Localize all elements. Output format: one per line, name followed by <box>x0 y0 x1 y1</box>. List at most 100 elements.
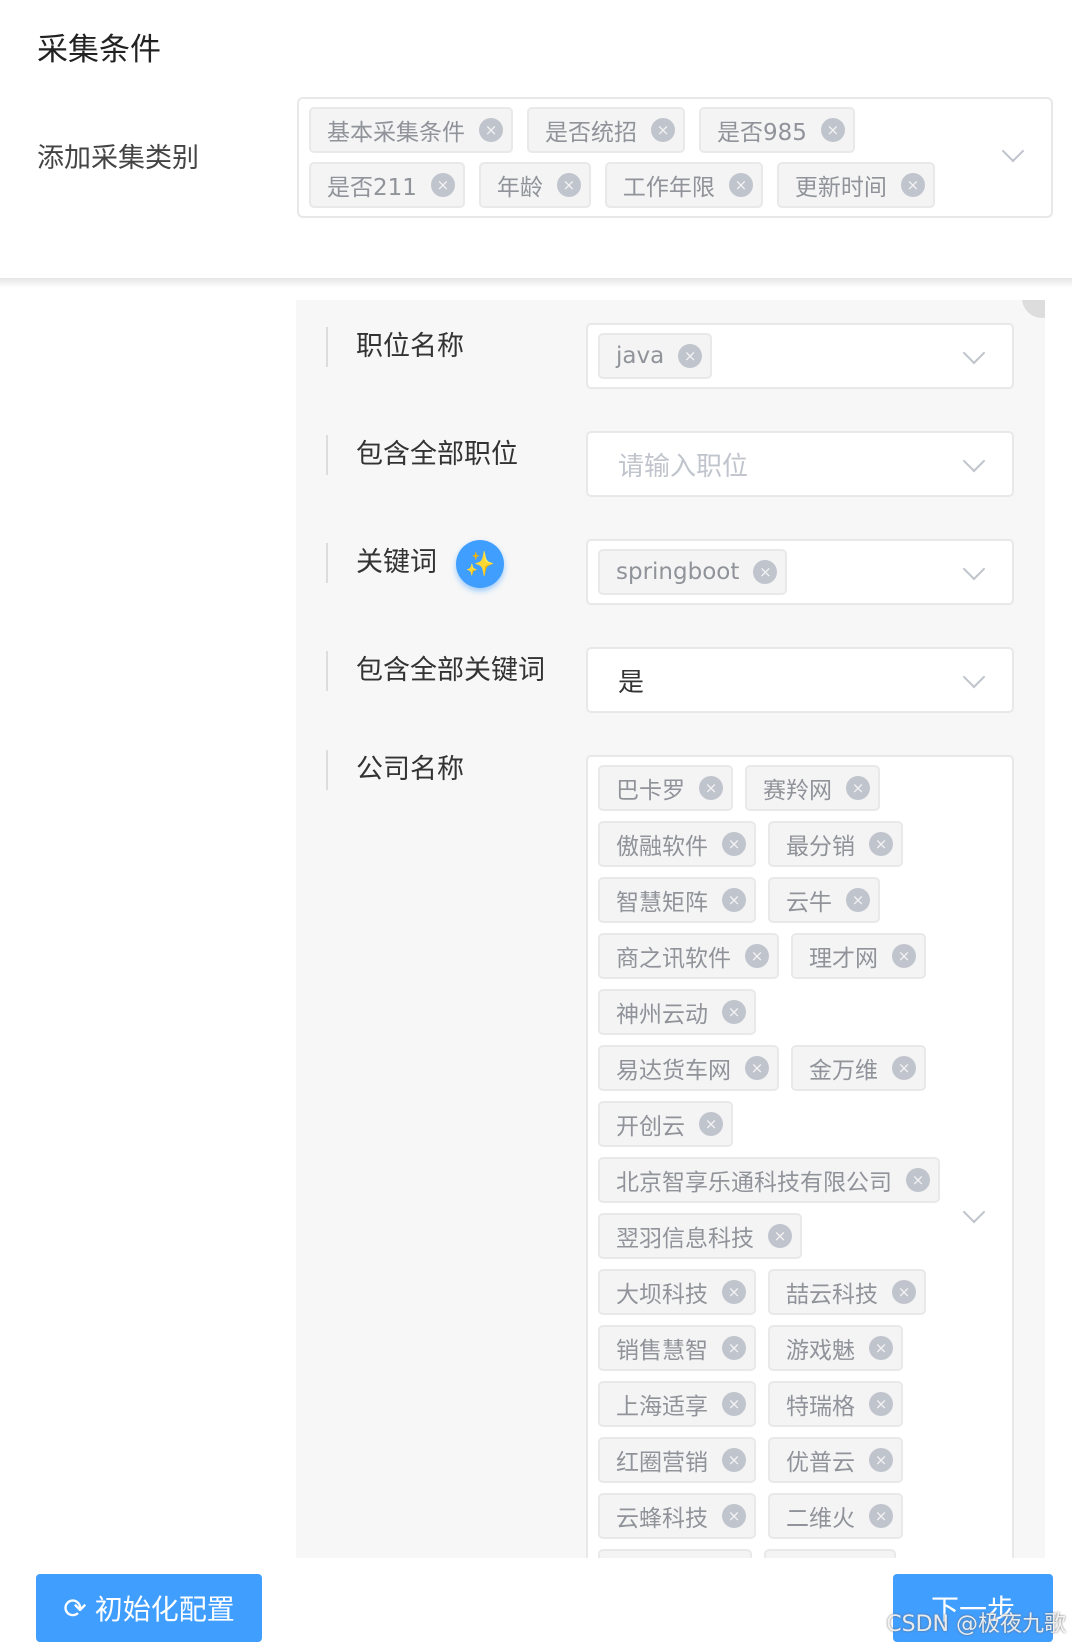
init-config-button[interactable]: ⟳ 初始化配置 <box>36 1574 262 1642</box>
magic-wand-icon[interactable]: ✨ <box>456 540 504 588</box>
close-icon[interactable]: × <box>846 888 870 912</box>
tag: 基本采集条件 × <box>309 107 513 153</box>
company-select[interactable]: 巴卡罗 × 赛羚网 × 傲融软件 × 最分销 × 智慧矩阵 × 云牛 × 商之讯软件 × 理才网 × 神州云动 ×… <box>586 755 1014 1558</box>
company-label: 公司名称 <box>326 750 464 790</box>
close-icon[interactable]: × <box>651 118 675 142</box>
tag: 北京智享乐通科技有限公司 × <box>598 1157 940 1203</box>
tag-label: 优普云 <box>786 1450 855 1476</box>
close-icon[interactable]: × <box>479 118 503 142</box>
tag: 二维火 × <box>768 1493 903 1539</box>
tag-label: 基本采集条件 <box>327 120 465 146</box>
close-icon[interactable]: × <box>745 944 769 968</box>
tag-label: 更新时间 <box>794 175 887 201</box>
chevron-down-icon[interactable] <box>962 341 986 365</box>
close-icon[interactable]: × <box>722 1000 746 1024</box>
position-name-select[interactable]: java × <box>586 323 1014 389</box>
tag-label: 易达货车网 <box>616 1058 731 1084</box>
tag-row: 神州云动 × <box>598 989 1002 1045</box>
chevron-down-icon[interactable] <box>962 665 986 689</box>
tag: 云牛 × <box>768 877 880 923</box>
tag: 赛羚网 × <box>745 765 880 811</box>
tag: 最分销 × <box>768 821 903 867</box>
close-icon[interactable]: × <box>900 173 925 197</box>
close-icon[interactable]: × <box>869 1336 893 1360</box>
close-icon[interactable]: × <box>745 1056 769 1080</box>
tag-label: 理才网 <box>809 946 878 972</box>
tag: 是否211 × <box>309 162 465 208</box>
tag-label: 游戏魅 <box>786 1338 855 1364</box>
tag-label: 商之讯软件 <box>616 946 731 972</box>
close-icon[interactable]: × <box>699 1112 723 1136</box>
tag: 大坝科技 × <box>598 1269 756 1315</box>
conditions-panel[interactable]: 职位名称 java × 包含全部职位 请输入职位 关键词 ✨ springboot… <box>296 300 1045 1558</box>
position-name-label: 职位名称 <box>326 327 464 367</box>
chevron-down-icon[interactable] <box>962 449 986 473</box>
tag: 游戏魅 × <box>768 1325 903 1371</box>
close-icon[interactable]: × <box>869 1504 893 1528</box>
close-icon[interactable]: × <box>728 173 753 197</box>
close-icon[interactable]: × <box>722 1336 746 1360</box>
close-icon[interactable]: × <box>722 1504 746 1528</box>
close-icon[interactable]: × <box>768 1224 792 1248</box>
tag-label: 喆云科技 <box>786 1282 878 1308</box>
close-icon[interactable]: × <box>722 1448 746 1472</box>
tag: 巴卡罗 × <box>598 765 733 811</box>
close-icon[interactable]: × <box>892 1280 916 1304</box>
close-icon[interactable]: × <box>699 776 723 800</box>
tag: 更新时间 × <box>776 162 935 208</box>
tag-label: 工作年限 <box>622 175 715 201</box>
tag: 特瑞格 × <box>768 1381 903 1427</box>
tag-label: 北京智享乐通科技有限公司 <box>616 1170 892 1196</box>
tag-label: 云蜂科技 <box>616 1506 708 1532</box>
chevron-down-icon[interactable] <box>962 557 986 581</box>
placeholder: 请输入职位 <box>618 451 749 482</box>
tag-label: 金万维 <box>809 1058 878 1084</box>
tag: 销售慧智 × <box>598 1325 756 1371</box>
close-icon[interactable]: × <box>892 944 916 968</box>
include-all-positions-select[interactable]: 请输入职位 <box>586 431 1014 497</box>
close-icon[interactable]: × <box>869 1392 893 1416</box>
tag: 理才网 × <box>791 933 926 979</box>
category-label: 添加采集类别 <box>37 143 199 174</box>
watermark: CSDN @极夜九歌 <box>886 1612 1066 1637</box>
tag-row: 智慧矩阵 × 云牛 × <box>598 877 1002 933</box>
tag-row: 上海适享 × 特瑞格 × <box>598 1381 1002 1437</box>
tag-label: 年龄 <box>496 175 543 201</box>
scroll-handle[interactable] <box>1022 300 1045 318</box>
close-icon[interactable]: × <box>430 173 455 197</box>
close-icon[interactable]: × <box>722 1280 746 1304</box>
page-title: 采集条件 <box>37 32 161 68</box>
category-select[interactable]: 基本采集条件 × 是否统招 × 是否985 × 是否211 × 年龄 × 工作年限 × 更新时间 × <box>297 97 1053 218</box>
close-icon[interactable]: × <box>753 560 778 584</box>
close-icon[interactable]: × <box>846 776 870 800</box>
keywords-select[interactable]: springboot × <box>586 539 1014 605</box>
close-icon[interactable]: × <box>722 888 746 912</box>
tag: 喆云科技 × <box>768 1269 926 1315</box>
close-icon[interactable]: × <box>722 832 746 856</box>
close-icon[interactable]: × <box>892 1056 916 1080</box>
divider <box>0 278 1072 288</box>
tag: 是否统招 × <box>527 107 685 153</box>
close-icon[interactable]: × <box>820 118 845 142</box>
include-all-keywords-select[interactable]: 是 <box>586 647 1014 713</box>
tag-row <box>598 1549 1002 1558</box>
tag-label: 是否985 <box>717 120 807 146</box>
tag-label: 神州云动 <box>616 1002 708 1028</box>
tag: 易达货车网 × <box>598 1045 779 1091</box>
tag: 开创云 × <box>598 1101 733 1147</box>
close-icon[interactable]: × <box>722 1392 746 1416</box>
tag-label: 傲融软件 <box>616 834 708 860</box>
selected-value: 是 <box>618 667 645 698</box>
close-icon[interactable]: × <box>906 1168 930 1192</box>
include-all-positions-label: 包含全部职位 <box>326 435 518 475</box>
tag-label: 红圈营销 <box>616 1450 708 1476</box>
tag-label: 特瑞格 <box>786 1394 855 1420</box>
close-icon[interactable]: × <box>869 1448 893 1472</box>
chevron-down-icon[interactable] <box>1001 139 1025 163</box>
tag: 是否985 × <box>699 107 855 153</box>
close-icon[interactable]: × <box>678 344 703 368</box>
tag <box>764 1549 896 1558</box>
close-icon[interactable]: × <box>869 832 893 856</box>
close-icon[interactable]: × <box>556 173 581 197</box>
tag: springboot × <box>598 549 788 595</box>
